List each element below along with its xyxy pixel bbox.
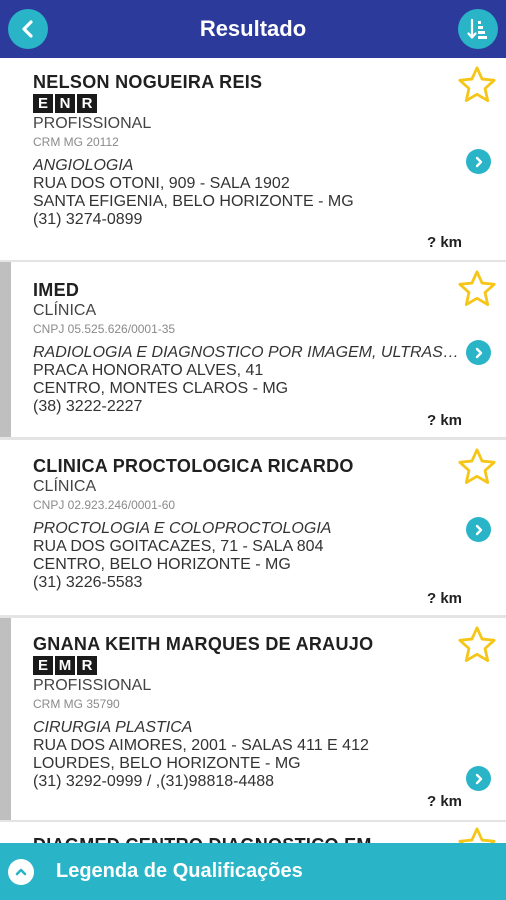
details-button[interactable] (466, 766, 491, 791)
qualification-badge: N (55, 94, 75, 113)
result-name: CLINICA PROCTOLOGICA RICARDO (33, 456, 354, 476)
sort-button[interactable] (458, 9, 498, 49)
result-card[interactable]: DIAGMED CENTRO DIAGNOSTICO EM (0, 822, 506, 843)
result-specialty: RADIOLOGIA E DIAGNOSTICO POR IMAGEM, ULT… (33, 344, 463, 361)
result-phone[interactable]: (31) 3292-0999 / ,(31)98818-4488 (33, 773, 463, 791)
qualification-badges: E M R (33, 656, 463, 676)
result-card[interactable]: GNANA KEITH MARQUES DE ARAUJO E M R PROF… (0, 618, 506, 820)
sort-icon (467, 18, 487, 39)
result-name: GNANA KEITH MARQUES DE ARAUJO (33, 634, 374, 654)
result-phone[interactable]: (31) 3226-5583 (33, 574, 463, 592)
legend-label: Legenda de Qualificações (56, 860, 303, 882)
result-phone[interactable]: (38) 3222-2227 (33, 398, 463, 416)
qualification-badges: E N R (33, 94, 463, 114)
result-card[interactable]: CLINICA PROCTOLOGICA RICARDO CLÍNICA CNP… (0, 440, 506, 615)
back-button[interactable] (8, 9, 48, 49)
qualification-legend-bar[interactable]: Legenda de Qualificações (0, 843, 506, 900)
result-distance: ? km (426, 234, 462, 251)
result-card[interactable]: NELSON NOGUEIRA REIS E N R PROFISSIONAL … (0, 58, 506, 260)
result-district: CENTRO, BELO HORIZONTE - MG (33, 556, 291, 573)
chevron-right-icon (475, 156, 482, 167)
result-registration: CRM MG 35790 (33, 697, 120, 711)
qualification-badge: R (77, 94, 97, 113)
result-name: NELSON NOGUEIRA REIS (33, 72, 263, 92)
chevron-up-icon (15, 868, 27, 875)
results-list[interactable]: NELSON NOGUEIRA REIS E N R PROFISSIONAL … (0, 58, 506, 843)
result-district: CENTRO, MONTES CLAROS - MG (33, 380, 289, 397)
qualification-badge: R (77, 656, 97, 675)
result-specialty: PROCTOLOGIA E COLOPROCTOLOGIA (33, 520, 332, 537)
favorite-star-icon[interactable] (456, 268, 498, 310)
result-specialty: CIRURGIA PLASTICA (33, 719, 193, 736)
details-button[interactable] (466, 517, 491, 542)
qualification-badge: M (55, 656, 75, 675)
result-specialty: ANGIOLOGIA (33, 157, 134, 174)
favorite-star-icon[interactable] (456, 825, 498, 843)
app-header: Resultado (0, 0, 506, 58)
qualification-badge: E (33, 656, 53, 675)
result-type: PROFISSIONAL (33, 677, 152, 694)
result-registration: CRM MG 20112 (33, 135, 119, 149)
chevron-left-icon (22, 20, 33, 38)
result-phone[interactable]: (31) 3274-0899 (33, 211, 463, 229)
favorite-star-icon[interactable] (456, 624, 498, 666)
result-type: CLÍNICA (33, 302, 97, 319)
result-type: CLÍNICA (33, 478, 97, 495)
result-address: RUA DOS GOITACAZES, 71 - SALA 804 (33, 538, 324, 555)
details-button[interactable] (466, 340, 491, 365)
result-distance: ? km (426, 590, 462, 607)
result-district: SANTA EFIGENIA, BELO HORIZONTE - MG (33, 193, 354, 210)
result-address: RUA DOS AIMORES, 2001 - SALAS 411 E 412 (33, 737, 369, 754)
details-button[interactable] (466, 149, 491, 174)
result-registration: CNPJ 05.525.626/0001-35 (33, 322, 176, 336)
result-name: IMED (33, 280, 80, 300)
result-address: PRACA HONORATO ALVES, 41 (33, 362, 264, 379)
result-registration: CNPJ 02.923.246/0001-60 (33, 498, 176, 512)
result-distance: ? km (426, 793, 462, 810)
favorite-star-icon[interactable] (456, 446, 498, 488)
favorite-star-icon[interactable] (456, 64, 498, 106)
result-district: LOURDES, BELO HORIZONTE - MG (33, 755, 301, 772)
qualification-badge: E (33, 94, 53, 113)
result-type: PROFISSIONAL (33, 115, 152, 132)
chevron-right-icon (475, 347, 482, 358)
result-distance: ? km (426, 412, 462, 429)
chevron-right-icon (475, 524, 482, 535)
expand-legend-button[interactable] (8, 858, 34, 885)
result-name: DIAGMED CENTRO DIAGNOSTICO EM (33, 835, 463, 843)
result-address: RUA DOS OTONI, 909 - SALA 1902 (33, 175, 290, 192)
result-card[interactable]: IMED CLÍNICA CNPJ 05.525.626/0001-35 RAD… (0, 262, 506, 437)
page-title: Resultado (199, 16, 307, 41)
chevron-right-icon (475, 773, 482, 784)
